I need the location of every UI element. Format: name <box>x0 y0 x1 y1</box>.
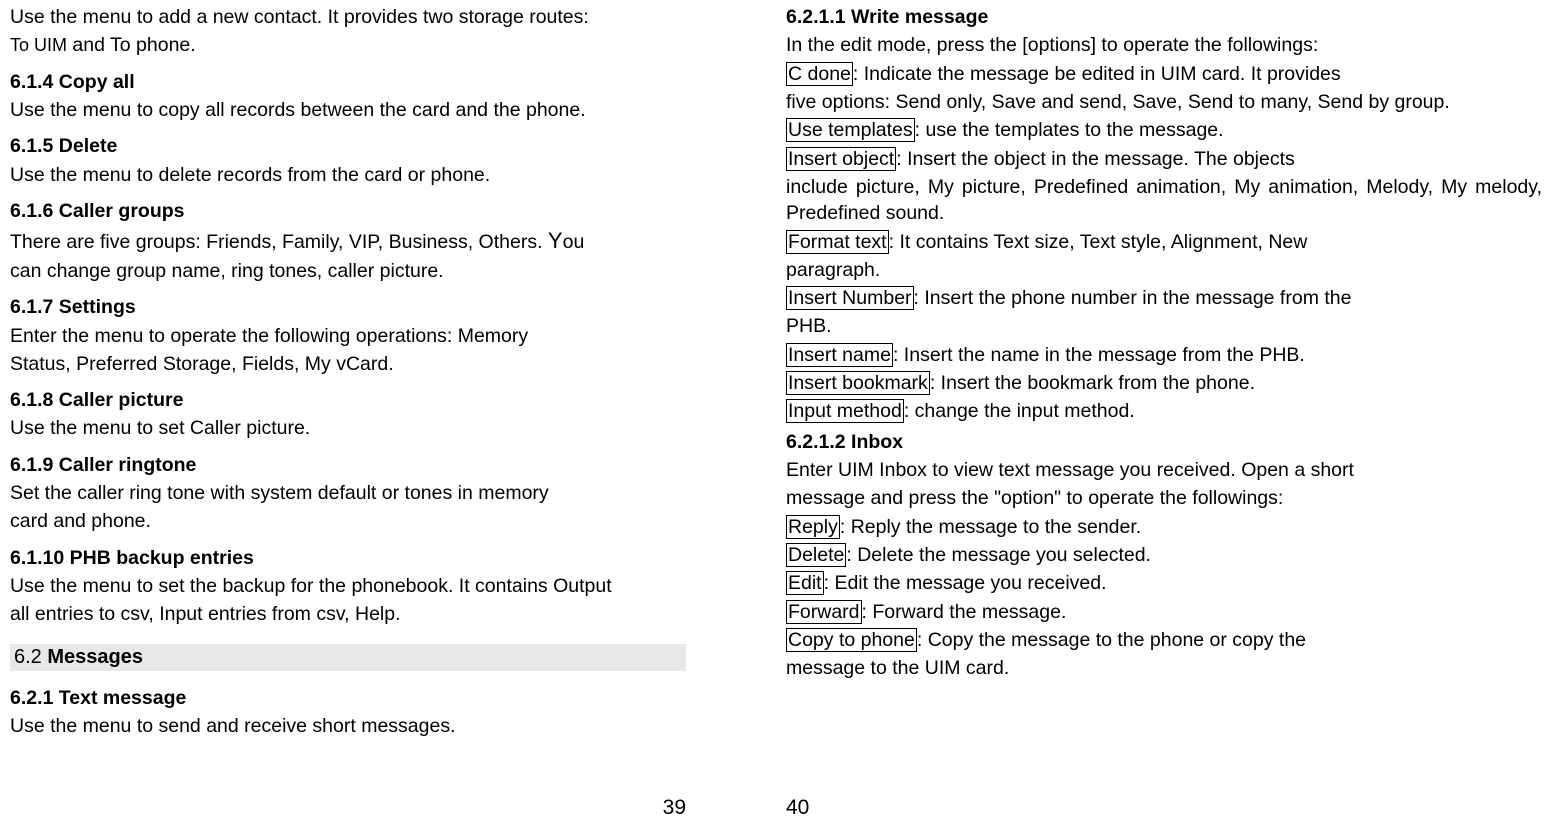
text-6-1-10-line2: all entries to csv, Input entries from c… <box>10 601 686 627</box>
cap-y: Y <box>548 228 563 253</box>
option-input-method: Input method: change the input method. <box>786 398 1542 424</box>
label-use-templates: Use templates <box>786 118 915 142</box>
option-format-text-line1: Format text: It contains Text size, Text… <box>786 229 1542 255</box>
text-6-1-10-line1: Use the menu to set the backup for the p… <box>10 573 686 599</box>
delete-text: : Delete the message you selected. <box>846 544 1151 566</box>
heading-6-1-6: 6.1.6 Caller groups <box>10 198 686 224</box>
option-edit: Edit: Edit the message you received. <box>786 570 1542 596</box>
option-format-text-line2: paragraph. <box>786 257 1542 283</box>
text-6-1-5: Use the menu to delete records from the … <box>10 162 686 188</box>
label-c-done: C done <box>786 62 853 86</box>
heading-6-1-9: 6.1.9 Caller ringtone <box>10 452 686 478</box>
text-6-1-9-line2: card and phone. <box>10 508 686 534</box>
text-6-1-8: Use the menu to set Caller picture. <box>10 415 686 441</box>
option-insert-number-line1: Insert Number: Insert the phone number i… <box>786 285 1542 311</box>
section-number: 6.2 <box>14 646 47 668</box>
label-edit: Edit <box>786 571 824 595</box>
label-format-text: Format text <box>786 230 889 254</box>
option-c-done-line1: C done: Indicate the message be edited i… <box>786 61 1542 87</box>
text-6-1-7-line2: Status, Preferred Storage, Fields, My vC… <box>10 351 686 377</box>
heading-6-1-10: 6.1.10 PHB backup entries <box>10 545 686 571</box>
option-insert-name: Insert name: Insert the name in the mess… <box>786 342 1542 368</box>
intro-line2: To UIM and To phone. <box>10 32 686 58</box>
copy-text1: : Copy the message to the phone or copy … <box>917 629 1306 651</box>
edit-text: : Edit the message you received. <box>824 572 1107 594</box>
text-6-2-1-2-line1: Enter UIM Inbox to view text message you… <box>786 457 1542 483</box>
insert-bookmark-text: : Insert the bookmark from the phone. <box>930 372 1255 394</box>
option-insert-object-line2: include picture, My picture, Predefined … <box>786 174 1542 227</box>
label-insert-object: Insert object <box>786 147 896 171</box>
heading-6-2-1: 6.2.1 Text message <box>10 685 686 711</box>
label-delete: Delete <box>786 543 846 567</box>
text-6-1-6-line2: can change group name, ring tones, calle… <box>10 258 686 284</box>
use-templates-text: : use the templates to the message. <box>915 119 1224 141</box>
insert-number-text1: : Insert the phone number in the message… <box>914 287 1352 309</box>
forward-text: : Forward the message. <box>862 601 1067 623</box>
label-insert-name: Insert name <box>786 343 893 367</box>
page-number-right: 40 <box>786 796 809 820</box>
text-6-2-1: Use the menu to send and receive short m… <box>10 713 686 739</box>
heading-6-1-8: 6.1.8 Caller picture <box>10 387 686 413</box>
label-copy-to-phone: Copy to phone <box>786 628 917 652</box>
text-6-2-1-2-line2: message and press the "option" to operat… <box>786 485 1542 511</box>
option-forward: Forward: Forward the message. <box>786 599 1542 625</box>
option-insert-object-line1: Insert object: Insert the object in the … <box>786 146 1542 172</box>
option-use-templates: Use templates: use the templates to the … <box>786 117 1542 143</box>
section-6-2-messages: 6.2 Messages <box>10 644 686 671</box>
heading-6-1-7: 6.1.7 Settings <box>10 294 686 320</box>
option-copy-to-phone-line2: message to the UIM card. <box>786 655 1542 681</box>
text-6-1-9-line1: Set the caller ring tone with system def… <box>10 480 686 506</box>
page-left: Use the menu to add a new contact. It pr… <box>0 0 776 826</box>
ou: ou <box>563 231 585 253</box>
option-copy-to-phone-line1: Copy to phone: Copy the message to the p… <box>786 627 1542 653</box>
c-done-text1: : Indicate the message be edited in UIM … <box>853 63 1341 85</box>
text-6-1-6-line1: There are five groups: Friends, Family, … <box>10 226 686 256</box>
heading-6-2-1-1: 6.2.1.1 Write message <box>786 4 1542 30</box>
text-6-2-1-1-intro: In the edit mode, press the [options] to… <box>786 32 1542 58</box>
page-right: 6.2.1.1 Write message In the edit mode, … <box>776 0 1552 826</box>
input-method-text: : change the input method. <box>904 400 1135 422</box>
heading-6-1-5: 6.1.5 Delete <box>10 133 686 159</box>
label-input-method: Input method <box>786 399 904 423</box>
option-c-done-line2: five options: Send only, Save and send, … <box>786 89 1542 115</box>
format-text-text1: : It contains Text size, Text style, Ali… <box>889 231 1308 253</box>
insert-object-text1: : Insert the object in the message. The … <box>896 148 1295 170</box>
text-6-1-7-line1: Enter the menu to operate the following … <box>10 323 686 349</box>
intro-to-uim: To UIM <box>10 35 67 55</box>
section-title: Messages <box>47 646 143 668</box>
reply-text: : Reply the message to the sender. <box>840 516 1141 538</box>
label-reply: Reply <box>786 515 840 539</box>
intro-line1: Use the menu to add a new contact. It pr… <box>10 4 686 30</box>
heading-6-1-4: 6.1.4 Copy all <box>10 69 686 95</box>
heading-6-2-1-2: 6.2.1.2 Inbox <box>786 429 1542 455</box>
label-forward: Forward <box>786 600 862 624</box>
option-insert-bookmark: Insert bookmark: Insert the bookmark fro… <box>786 370 1542 396</box>
label-insert-bookmark: Insert bookmark <box>786 371 930 395</box>
insert-name-text: : Insert the name in the message from th… <box>893 344 1305 366</box>
groups-list: There are five groups: Friends, Family, … <box>10 231 548 253</box>
option-delete: Delete: Delete the message you selected. <box>786 542 1542 568</box>
label-insert-number: Insert Number <box>786 286 914 310</box>
page-number-left: 39 <box>663 796 686 820</box>
option-insert-number-line2: PHB. <box>786 313 1542 339</box>
intro-and-phone: and To phone. <box>67 34 196 56</box>
option-reply: Reply: Reply the message to the sender. <box>786 514 1542 540</box>
text-6-1-4: Use the menu to copy all records between… <box>10 97 686 123</box>
